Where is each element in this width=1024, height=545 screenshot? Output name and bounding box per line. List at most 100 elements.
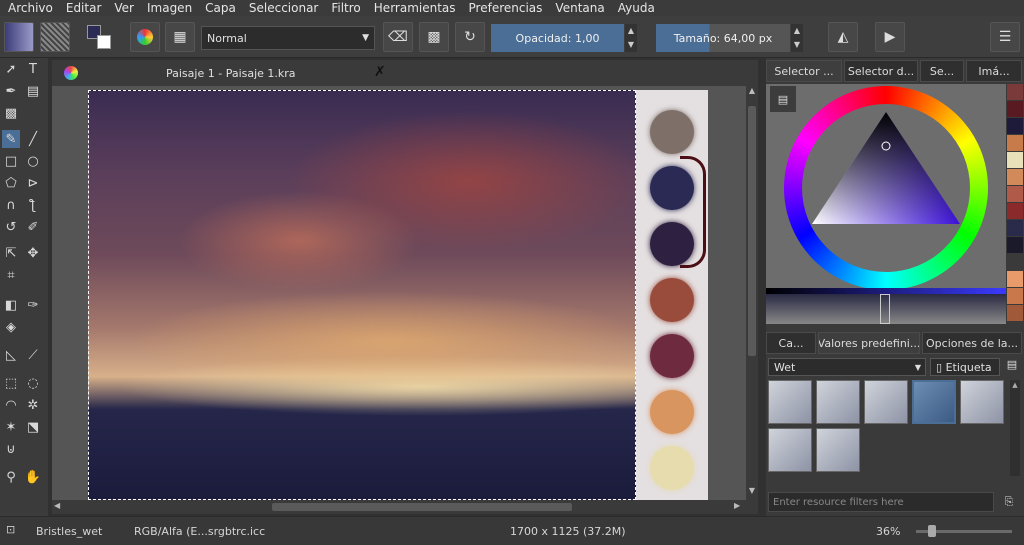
tab-tool-options[interactable]: Opciones de la... (922, 332, 1022, 354)
docker-menu-button[interactable]: ☰ (990, 22, 1020, 52)
palette-swatch[interactable] (1007, 135, 1023, 151)
palette-swatch[interactable] (1007, 84, 1023, 100)
tab-image[interactable]: Imá... (966, 60, 1022, 82)
palette-swatch[interactable] (1007, 169, 1023, 185)
freehand-brush-tool[interactable]: ✎ (2, 130, 20, 148)
vertical-scrollbar[interactable]: ▲ ▼ (746, 86, 758, 500)
brush-preset-6[interactable] (768, 428, 812, 472)
palette-swatch[interactable] (1007, 254, 1023, 270)
preset-view-menu-button[interactable]: ▤ (1002, 358, 1022, 376)
polyline-tool[interactable]: ⊳ (24, 174, 42, 192)
zoom-slider[interactable] (916, 525, 1012, 537)
mirror-horizontal-button[interactable]: ◭ (828, 22, 858, 52)
blend-mode-dropdown[interactable]: Normal ▼ (201, 26, 375, 50)
color-picker-tool[interactable]: ✑ (24, 296, 42, 314)
scroll-up-icon[interactable]: ▲ (747, 86, 757, 100)
pattern-selector-button[interactable] (40, 22, 70, 52)
freehand-path-tool[interactable]: ƪ (24, 196, 42, 214)
brush-settings-button[interactable]: ▦ (165, 22, 195, 52)
menu-herramientas[interactable]: Herramientas (374, 1, 456, 15)
menu-preferencias[interactable]: Preferencias (469, 1, 543, 15)
brush-preset-5[interactable] (960, 380, 1004, 424)
assistant-tool[interactable]: ⟋ (24, 346, 42, 364)
brush-preset-2[interactable] (816, 380, 860, 424)
canvas-viewport[interactable] (52, 86, 758, 500)
palette-swatch[interactable] (1007, 186, 1023, 202)
multibrush-tool[interactable]: ✐ (24, 218, 42, 236)
palette-swatch[interactable] (1007, 118, 1023, 134)
eraser-mode-button[interactable]: ⌫ (383, 22, 413, 52)
color-history-bars[interactable] (766, 294, 1006, 324)
path-select-tool[interactable]: ⬔ (24, 418, 42, 436)
horizontal-scrollbar[interactable]: ◀ ▶ (52, 500, 758, 514)
scroll-down-icon[interactable]: ▼ (747, 486, 757, 500)
reload-preset-button[interactable]: ↻ (455, 22, 485, 52)
palette-swatch[interactable] (1007, 101, 1023, 117)
move-tool[interactable]: ✥ (24, 244, 42, 262)
menu-archivo[interactable]: Archivo (8, 1, 53, 15)
gradient-tool[interactable]: ◧ (2, 296, 20, 314)
transform-tool[interactable]: ⇱ (2, 244, 20, 262)
rectangle-tool[interactable]: □ (2, 152, 20, 170)
menu-imagen[interactable]: Imagen (147, 1, 192, 15)
palette-swatch[interactable] (1007, 203, 1023, 219)
fill-tool[interactable]: ◈ (2, 318, 20, 336)
opacity-slider[interactable]: Opacidad: 1,00 (491, 24, 624, 52)
tag-button[interactable]: ▯ Etiqueta (930, 358, 1000, 376)
painting-canvas[interactable] (88, 90, 636, 500)
pattern-edit-tool[interactable]: ▩ (2, 104, 20, 122)
tab-se[interactable]: Se... (920, 60, 964, 82)
gradient-selector-button[interactable] (4, 22, 34, 52)
menu-filtro[interactable]: Filtro (331, 1, 360, 15)
tab-specific-color-selector[interactable]: Selector d... (844, 60, 918, 82)
measure-tool[interactable]: ◺ (2, 346, 20, 364)
close-tab-icon[interactable]: ✗ (374, 64, 386, 80)
scroll-right-icon[interactable]: ▶ (734, 501, 740, 510)
opacity-spinner[interactable]: ▲ ▼ (625, 24, 637, 52)
menu-seleccionar[interactable]: Seleccionar (249, 1, 318, 15)
contiguous-select-tool[interactable]: ✲ (24, 396, 42, 414)
saturation-value-triangle[interactable] (808, 98, 964, 234)
palette-swatch[interactable] (1007, 237, 1023, 253)
ellipse-tool[interactable]: ○ (24, 152, 42, 170)
ellipse-select-tool[interactable]: ◌ (24, 374, 42, 392)
color-selector-settings-button[interactable]: ▤ (770, 86, 796, 112)
text-tool[interactable]: T (24, 60, 42, 78)
magnetic-select-tool[interactable]: ⊍ (2, 440, 20, 458)
zoom-slider-handle[interactable] (928, 525, 936, 537)
pan-tool[interactable]: ✋ (24, 468, 42, 486)
vertical-scroll-thumb[interactable] (748, 106, 756, 356)
document-tab[interactable]: Paisaje 1 - Paisaje 1.kra ✗ (52, 60, 758, 86)
select-shapes-tool[interactable]: ➚ (2, 60, 20, 78)
brush-preset-3[interactable] (864, 380, 908, 424)
polygon-tool[interactable]: ⬠ (2, 174, 20, 192)
freehand-select-tool[interactable]: ◠ (2, 396, 20, 414)
tab-brush-presets[interactable]: Valores predefini... (818, 332, 920, 354)
preserve-alpha-button[interactable]: ▩ (419, 22, 449, 52)
size-spinner[interactable]: ▲ ▼ (791, 24, 803, 52)
menu-ver[interactable]: Ver (114, 1, 134, 15)
mirror-vertical-button[interactable]: ▶ (875, 22, 905, 52)
dynamic-brush-tool[interactable]: ↺ (2, 218, 20, 236)
tab-advanced-color-selector[interactable]: Selector ... (766, 60, 842, 82)
size-slider[interactable]: Tamaño: 64,00 px (656, 24, 790, 52)
brush-preset-7[interactable] (816, 428, 860, 472)
menu-ventana[interactable]: Ventana (555, 1, 604, 15)
fg-bg-color-swatch[interactable] (84, 22, 114, 52)
palette-swatch[interactable] (1007, 152, 1023, 168)
edit-shapes-tool[interactable]: ✒ (2, 82, 20, 100)
menu-ayuda[interactable]: Ayuda (618, 1, 655, 15)
resource-filter-input[interactable]: Enter resource filters here (768, 492, 994, 512)
line-tool[interactable]: ╱ (24, 130, 42, 148)
palette-swatch[interactable] (1007, 305, 1023, 321)
tab-ca[interactable]: Ca... (766, 332, 816, 354)
calligraphy-tool[interactable]: ▤ (24, 82, 42, 100)
rect-select-tool[interactable]: ⬚ (2, 374, 20, 392)
brush-preset-button[interactable] (130, 22, 160, 52)
menu-editar[interactable]: Editar (66, 1, 102, 15)
scroll-left-icon[interactable]: ◀ (54, 501, 60, 510)
palette-swatch[interactable] (1007, 220, 1023, 236)
brush-preset-1[interactable] (768, 380, 812, 424)
brush-preset-4-selected[interactable] (912, 380, 956, 424)
crop-tool[interactable]: ⌗ (2, 266, 20, 284)
